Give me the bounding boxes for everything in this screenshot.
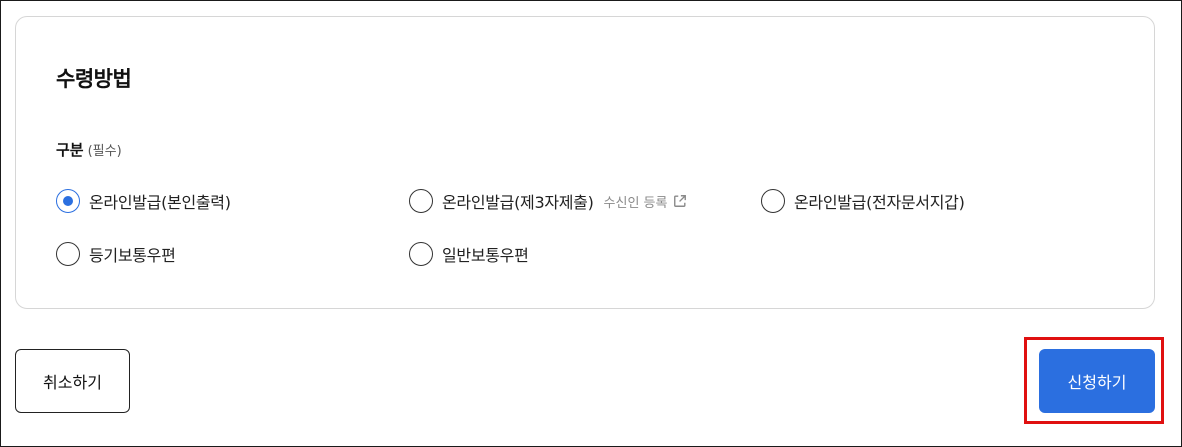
radio-button[interactable] — [409, 242, 433, 266]
radio-label: 온라인발급(본인출력) — [89, 193, 231, 212]
radio-button[interactable] — [761, 189, 785, 213]
radio-button-checked[interactable] — [56, 189, 80, 213]
recipient-register-link[interactable]: 수신인 등록 — [604, 192, 688, 211]
recipient-register-label: 수신인 등록 — [603, 195, 668, 211]
radio-label: 등기보통우편 — [89, 246, 176, 265]
radio-label: 온라인발급(제3자제출) — [442, 193, 594, 212]
external-link-icon — [674, 195, 687, 207]
radio-button[interactable] — [409, 189, 433, 213]
radio-button[interactable] — [56, 242, 80, 266]
receipt-method-card: 수령방법 구분 (필수) 온라인발급(본인출력) 온라인발급(제3자제출) 수신인… — [15, 16, 1155, 309]
radio-option-registered-mail[interactable]: 등기보통우편 — [56, 241, 176, 267]
field-label-text: 구분 — [56, 141, 84, 159]
radio-label: 일반보통우편 — [442, 246, 529, 265]
cancel-button[interactable]: 취소하기 — [15, 349, 130, 413]
submit-button[interactable]: 신청하기 — [1039, 349, 1155, 413]
section-title: 수령방법 — [56, 67, 132, 91]
radio-option-online-third-party[interactable]: 온라인발급(제3자제출) 수신인 등록 — [409, 188, 687, 214]
radio-option-regular-mail[interactable]: 일반보통우편 — [409, 241, 529, 267]
radio-label: 온라인발급(전자문서지갑) — [794, 193, 965, 212]
required-marker: (필수) — [87, 144, 122, 159]
radio-option-online-e-wallet[interactable]: 온라인발급(전자문서지갑) — [761, 188, 965, 214]
radio-option-online-self-print[interactable]: 온라인발급(본인출력) — [56, 188, 231, 214]
field-label: 구분 (필수) — [56, 139, 122, 160]
